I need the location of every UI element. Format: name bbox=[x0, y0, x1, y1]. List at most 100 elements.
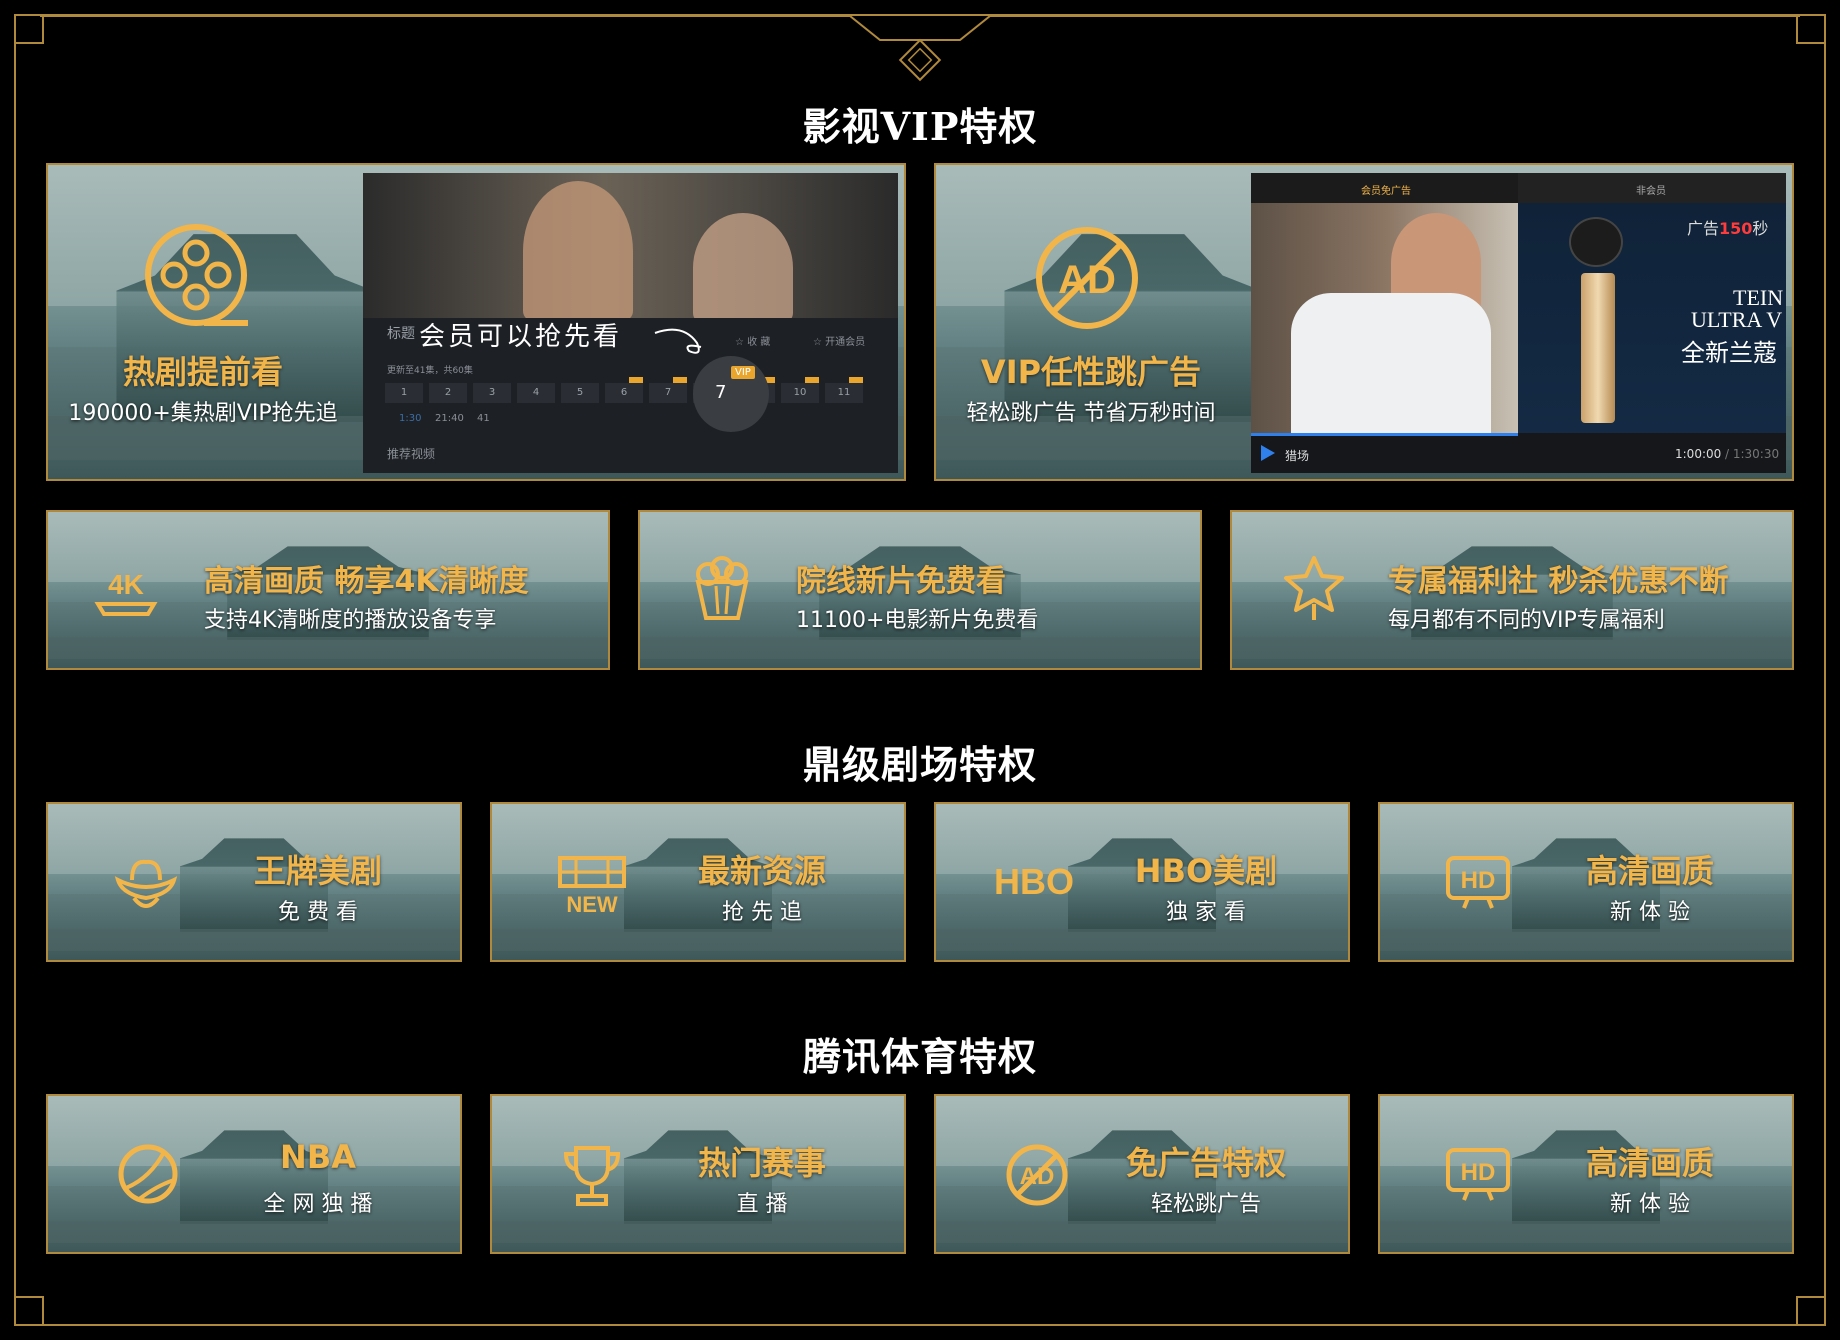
episode-time: 41 bbox=[477, 413, 490, 424]
svg-text:HBO: HBO bbox=[994, 861, 1074, 902]
card-subtitle: 全 网 独 播 bbox=[263, 1192, 373, 1217]
episode-button[interactable]: 3 bbox=[473, 383, 511, 403]
benefit-card-hd-sports[interactable]: HD 高清画质 新 体 验 bbox=[1378, 1094, 1794, 1254]
recommend-label: 推荐视频 bbox=[387, 447, 436, 461]
trophy-icon bbox=[563, 1146, 621, 1206]
benefit-card-skip-ads[interactable]: AD VIP任性跳广告 轻松跳广告 节省万秒时间 会员免广告 非会员 广告150… bbox=[934, 163, 1794, 481]
update-info: 更新至41集，共60集 bbox=[387, 366, 473, 376]
progress-bar[interactable] bbox=[1251, 433, 1518, 436]
ad-brand-line: ULTRA V bbox=[1691, 307, 1783, 332]
episode-button[interactable]: 7 bbox=[649, 377, 687, 403]
arrow-icon bbox=[654, 328, 702, 354]
film-reel-icon bbox=[145, 224, 248, 326]
vip-corner-badge bbox=[805, 377, 819, 383]
benefit-card-new-movies[interactable]: 院线新片免费看 11100+电影新片免费看 bbox=[638, 510, 1202, 670]
card-subtitle: 轻松跳广告 节省万秒时间 bbox=[966, 401, 1216, 426]
card-title: 高清画质 畅享4K清晰度 bbox=[204, 564, 529, 599]
card-subtitle: 支持4K清晰度的播放设备专享 bbox=[204, 608, 497, 633]
hd-icon: HD bbox=[1446, 1148, 1510, 1201]
card-subtitle: 190000+集热剧VIP抢先追 bbox=[68, 401, 338, 426]
card-subtitle: 免 费 看 bbox=[278, 900, 358, 925]
episode-button[interactable]: 5 bbox=[561, 383, 599, 403]
actor-face-image bbox=[523, 181, 633, 321]
svg-text:AD: AD bbox=[1058, 258, 1116, 302]
no-ad-icon: AD bbox=[1006, 1144, 1068, 1206]
card-title: 院线新片免费看 bbox=[796, 564, 1006, 599]
play-icon[interactable] bbox=[1261, 445, 1275, 461]
card-title: 高清画质 bbox=[1585, 852, 1714, 890]
4k-icon: 4K bbox=[94, 569, 158, 616]
card-title: 高清画质 bbox=[1585, 1144, 1714, 1182]
benefit-card-hd[interactable]: HD 高清画质 新 体 验 bbox=[1378, 802, 1794, 962]
benefit-card-hot-events[interactable]: 热门赛事 直 播 bbox=[490, 1094, 906, 1254]
episode-button[interactable]: 6 bbox=[605, 377, 643, 403]
collect-button[interactable]: ☆ 收 藏 bbox=[735, 333, 770, 348]
vip-corner-badge bbox=[673, 377, 687, 383]
vip-badge: VIP bbox=[731, 366, 755, 379]
episode-time: 1:30 bbox=[399, 413, 422, 424]
product-image bbox=[1581, 273, 1615, 423]
benefit-card-welfare[interactable]: 专属福利社 秒杀优惠不断 每月都有不同的VIP专属福利 bbox=[1230, 510, 1794, 670]
tab-non-member[interactable]: 非会员 bbox=[1636, 182, 1666, 197]
vip-corner-badge bbox=[629, 377, 643, 383]
open-vip-button[interactable]: ☆ 开通会员 bbox=[813, 333, 865, 348]
episode-button[interactable]: 1 bbox=[385, 383, 423, 403]
star-badge-icon bbox=[1284, 556, 1344, 620]
frame-corner bbox=[14, 1296, 44, 1326]
card-subtitle: 新 体 验 bbox=[1610, 900, 1690, 925]
product-cap-image bbox=[1569, 217, 1623, 267]
ad-brand-line: 全新兰蔻 bbox=[1681, 339, 1777, 367]
no-ad-icon: AD bbox=[1036, 227, 1138, 329]
actress-face-image bbox=[693, 213, 793, 323]
card-subtitle: 轻松跳广告 bbox=[1150, 1192, 1261, 1217]
card-subtitle: 每月都有不同的VIP专属福利 bbox=[1388, 608, 1665, 633]
ad-countdown: 广告150秒 bbox=[1687, 219, 1769, 238]
episode-time: 21:40 bbox=[435, 413, 464, 424]
card-title: 王牌美剧 bbox=[253, 852, 382, 890]
card-subtitle: 抢 先 追 bbox=[722, 900, 802, 925]
basketball-icon bbox=[118, 1144, 178, 1204]
svg-text:HD: HD bbox=[1461, 867, 1496, 894]
cowboy-hat-icon bbox=[114, 859, 178, 908]
current-time: 1:00:00 bbox=[1675, 447, 1722, 461]
frame-top-ornament bbox=[40, 15, 1800, 82]
episode-button[interactable]: 4 bbox=[517, 383, 555, 403]
card-title: NBA bbox=[280, 1138, 356, 1176]
benefit-card-new-resources[interactable]: NEW 最新资源 抢 先 追 bbox=[490, 802, 906, 962]
hd-icon: HD bbox=[1446, 856, 1510, 909]
card-subtitle: 11100+电影新片免费看 bbox=[796, 608, 1039, 633]
show-title: 猎场 bbox=[1285, 449, 1310, 463]
card-title: 最新资源 bbox=[697, 852, 826, 890]
new-icon: NEW bbox=[558, 856, 626, 916]
card-title: 免广告特权 bbox=[1125, 1144, 1286, 1182]
card-title: 热剧提前看 bbox=[122, 353, 283, 391]
section-title-video-vip: 影视VIP特权 bbox=[802, 104, 1038, 149]
benefit-card-hbo[interactable]: HBO HBO美剧 独 家 看 bbox=[934, 802, 1350, 962]
svg-text:NEW: NEW bbox=[566, 892, 618, 916]
episode-button[interactable]: 11 bbox=[825, 377, 863, 403]
card-subtitle: 直 播 bbox=[736, 1192, 788, 1217]
episode-list-screenshot: 标题 会员可以抢先看 ☆ 收 藏 ☆ 开通会员 更新至41集，共60集 1234… bbox=[363, 173, 898, 473]
card-title: 专属福利社 秒杀优惠不断 bbox=[1388, 564, 1729, 599]
benefit-card-early-access[interactable]: 热剧提前看 190000+集热剧VIP抢先追 标题 会员可以抢先看 ☆ 收 藏 … bbox=[46, 163, 906, 481]
episode-grid: 1234567891011 bbox=[385, 377, 885, 407]
card-subtitle: 独 家 看 bbox=[1166, 900, 1246, 925]
tab-member-no-ads[interactable]: 会员免广告 bbox=[1361, 182, 1411, 197]
card-title: VIP任性跳广告 bbox=[980, 353, 1202, 391]
benefit-card-nba[interactable]: NBA 全 网 独 播 bbox=[46, 1094, 462, 1254]
ad-compare-screenshot: 会员免广告 非会员 广告150秒 TEIN ULTRA V 全新兰蔻 猎场 1:… bbox=[1251, 173, 1786, 473]
section-title-theater: 鼎级剧场特权 bbox=[802, 742, 1037, 787]
benefit-card-us-drama[interactable]: 王牌美剧 免 费 看 bbox=[46, 802, 462, 962]
svg-text:HD: HD bbox=[1461, 1159, 1496, 1186]
benefit-card-no-ads[interactable]: AD 免广告特权 轻松跳广告 bbox=[934, 1094, 1350, 1254]
frame-corner bbox=[1796, 1296, 1826, 1326]
vip-corner-badge bbox=[849, 377, 863, 383]
episode-button[interactable]: 2 bbox=[429, 383, 467, 403]
vip-episode-popup: 7 VIP bbox=[693, 356, 769, 432]
hbo-icon: HBO bbox=[994, 861, 1074, 902]
svg-text:AD: AD bbox=[1020, 1163, 1055, 1190]
episode-button[interactable]: 10 bbox=[781, 377, 819, 403]
actor-shirt-image bbox=[1291, 293, 1491, 433]
card-subtitle: 新 体 验 bbox=[1610, 1192, 1690, 1217]
benefit-card-4k[interactable]: 4K 高清画质 畅享4K清晰度 支持4K清晰度的播放设备专享 bbox=[46, 510, 610, 670]
